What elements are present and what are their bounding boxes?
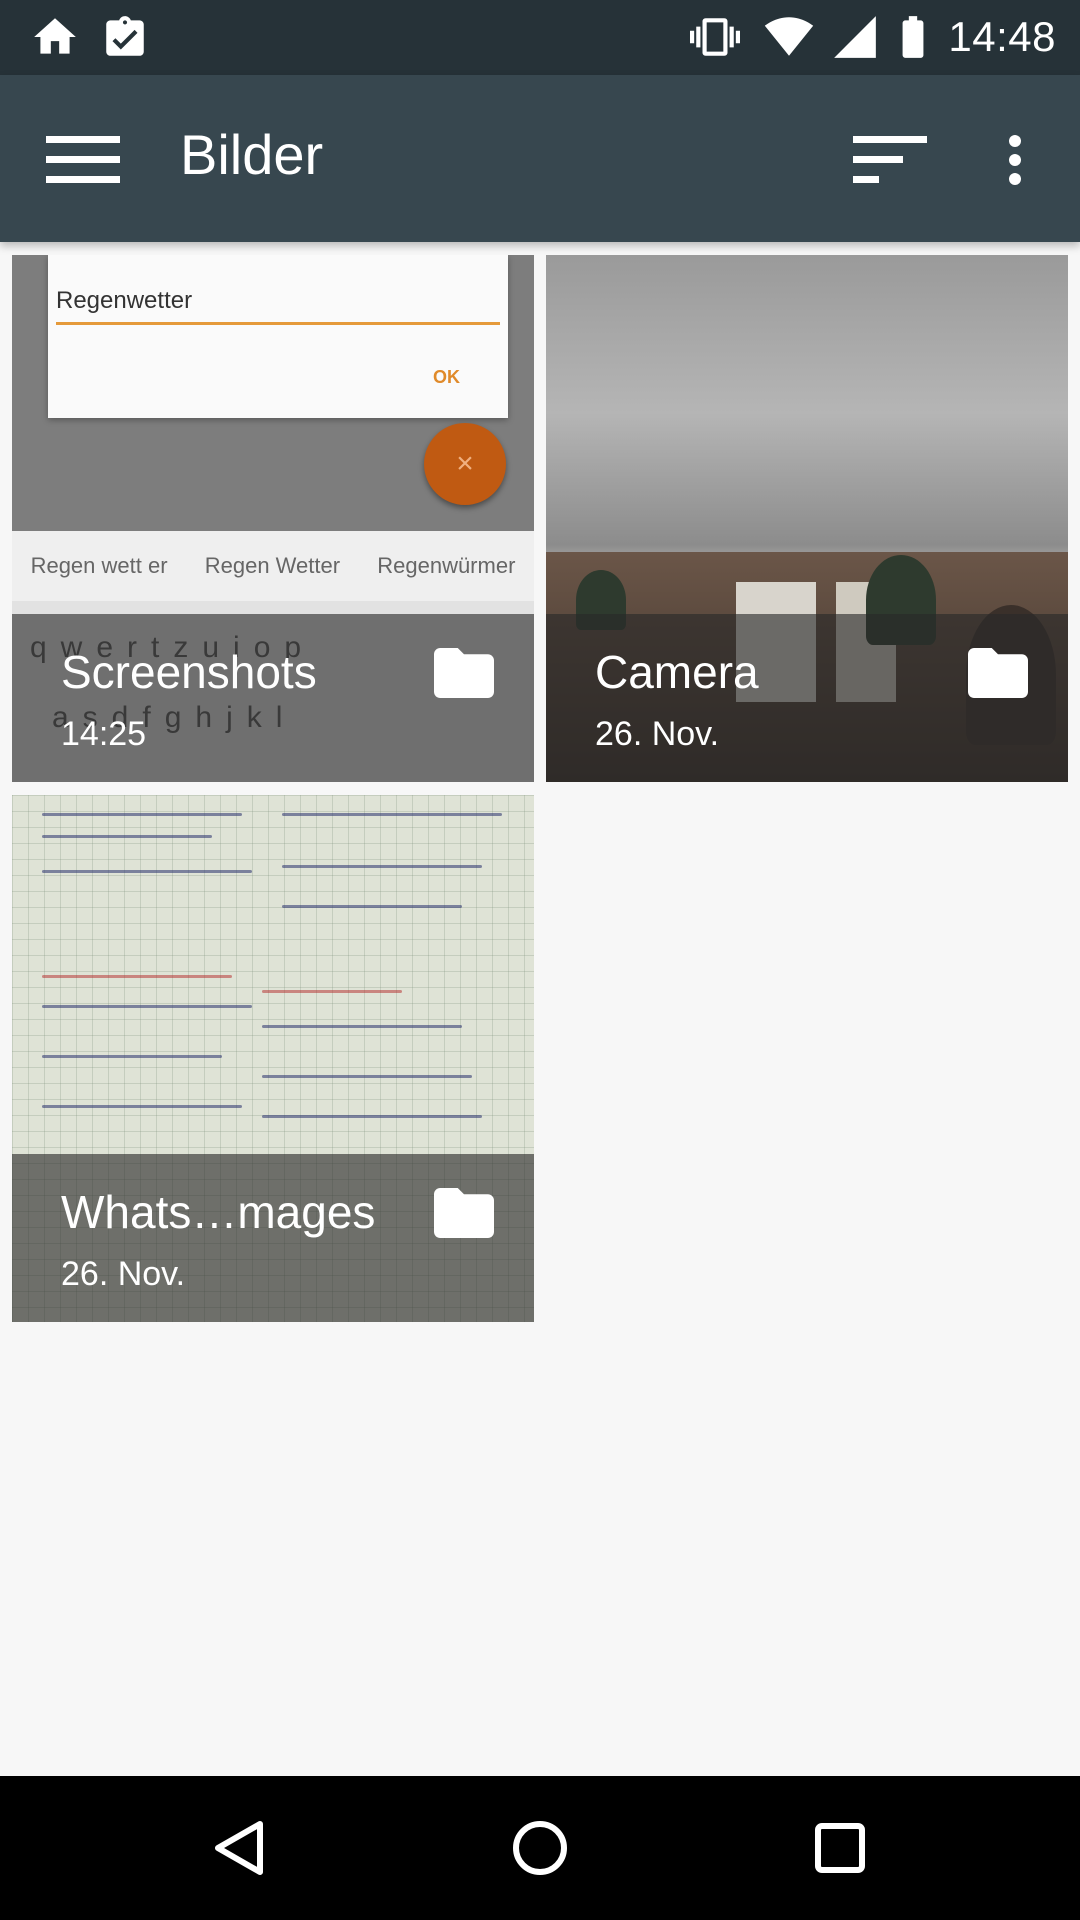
back-button[interactable] xyxy=(185,1798,295,1898)
album-name: Whats…mages xyxy=(61,1186,376,1238)
home-circle-icon xyxy=(513,1821,567,1875)
more-options-button[interactable] xyxy=(975,115,1055,205)
page-title: Bilder xyxy=(180,123,324,186)
status-bar: 14:48 xyxy=(0,0,1080,75)
album-name: Camera xyxy=(595,646,759,698)
thumbnail-fab: × xyxy=(424,423,506,505)
thumbnail-dialog-field: Regenwetter xyxy=(56,287,193,314)
album-date: 14:25 xyxy=(61,715,147,753)
folder-icon xyxy=(968,648,1028,698)
album-tile-camera[interactable]: Camera 26. Nov. xyxy=(546,255,1068,782)
wifi-icon xyxy=(764,17,814,56)
status-time: 14:48 xyxy=(948,13,1056,60)
home-button[interactable] xyxy=(485,1798,595,1898)
recents-button[interactable] xyxy=(785,1798,895,1898)
battery-icon xyxy=(902,16,924,58)
vibrate-icon xyxy=(690,18,740,56)
album-date: 26. Nov. xyxy=(61,1255,186,1293)
clipboard-check-icon xyxy=(106,16,144,56)
menu-button[interactable] xyxy=(28,115,138,205)
sort-icon xyxy=(853,136,927,183)
app-bar: Bilder xyxy=(0,75,1080,242)
back-icon xyxy=(215,1821,263,1875)
album-date: 26. Nov. xyxy=(595,715,720,753)
signal-icon xyxy=(834,16,876,58)
nav-bar xyxy=(0,1776,1080,1920)
album-tile-whatsapp-images[interactable]: Whats…mages 26. Nov. xyxy=(12,795,534,1322)
album-name: Screenshots xyxy=(61,646,317,698)
folder-icon xyxy=(434,1188,494,1238)
folder-icon xyxy=(434,648,494,698)
more-vert-icon xyxy=(1009,135,1021,185)
sort-button[interactable] xyxy=(840,115,940,205)
album-tile-screenshots[interactable]: Regenwetter OK × Regen wett er Regen Wet… xyxy=(12,255,534,782)
thumbnail-dialog: Regenwetter OK xyxy=(48,255,508,418)
thumbnail-dialog-ok: OK xyxy=(433,367,460,387)
home-icon xyxy=(34,18,76,54)
recents-icon xyxy=(815,1823,865,1873)
hamburger-menu-icon xyxy=(46,136,120,183)
